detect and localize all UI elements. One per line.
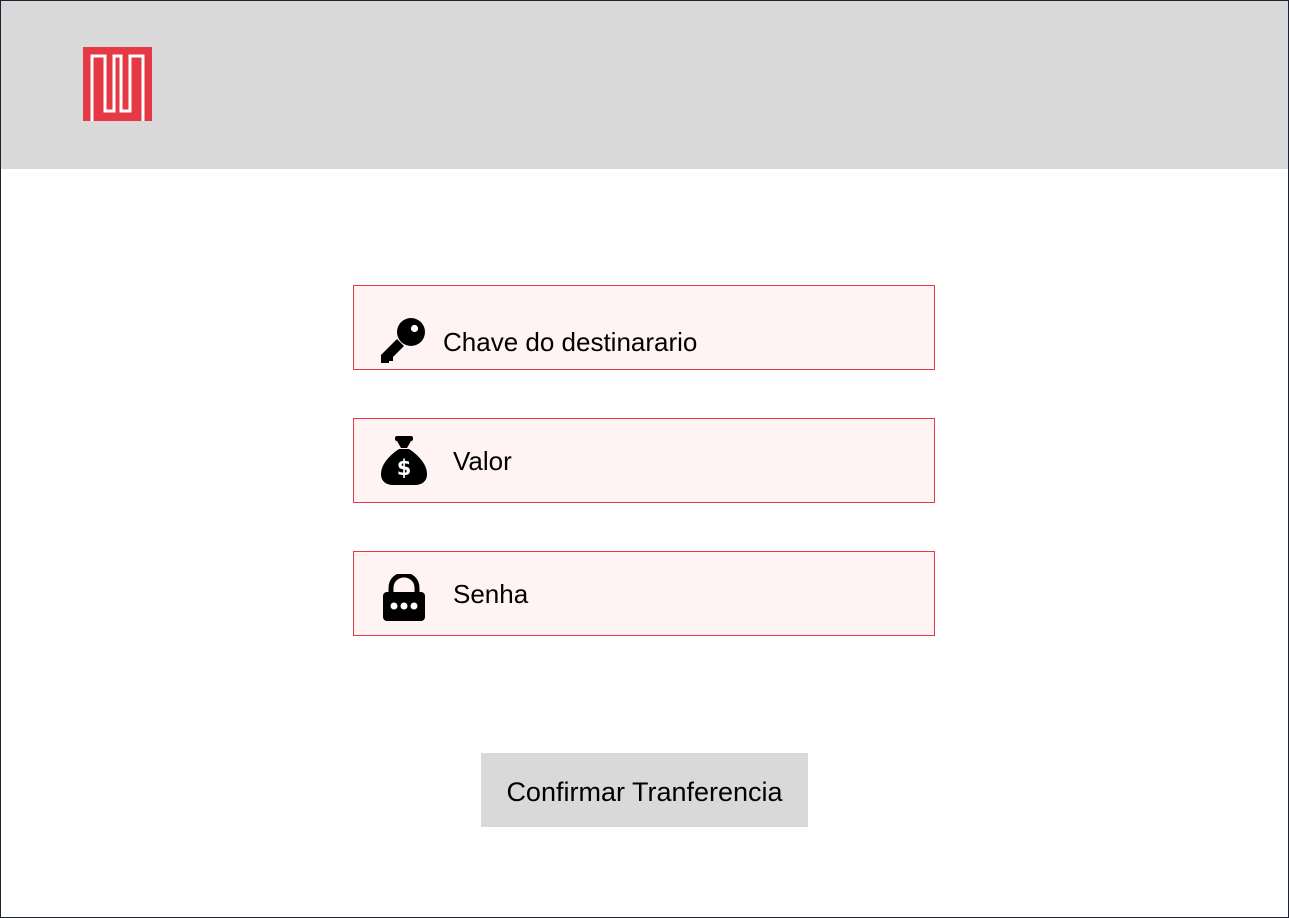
header-bar [1, 1, 1288, 169]
lock-icon [383, 574, 425, 621]
password-field[interactable]: Senha [353, 551, 935, 636]
transfer-screen: Chave do destinarario $ Valor Senha Conf… [0, 0, 1289, 918]
key-icon [381, 318, 425, 363]
password-placeholder: Senha [453, 579, 529, 609]
amount-field[interactable]: $ Valor [353, 418, 935, 503]
brand-logo-icon [83, 47, 152, 121]
money-bag-icon: $ [381, 436, 427, 485]
svg-text:$: $ [397, 456, 412, 480]
confirm-transfer-label: Confirmar Tranferencia [506, 777, 783, 807]
recipient-key-placeholder: Chave do destinarario [443, 327, 698, 357]
recipient-key-field[interactable]: Chave do destinarario [353, 285, 935, 370]
amount-placeholder: Valor [453, 446, 512, 476]
confirm-transfer-button[interactable]: Confirmar Tranferencia [481, 753, 808, 827]
